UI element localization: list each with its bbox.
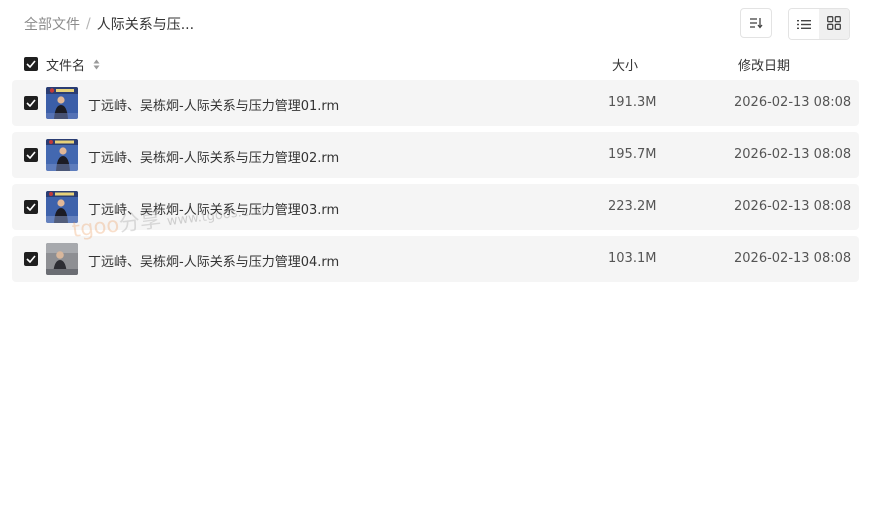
- column-header-name[interactable]: 文件名: [46, 55, 100, 74]
- row-checkbox[interactable]: [24, 148, 38, 162]
- column-header-size[interactable]: 大小: [612, 55, 638, 74]
- file-size: 191.3M: [608, 95, 657, 110]
- file-row[interactable]: 丁远峙、吴栋炯-人际关系与压力管理04.rm 103.1M 2026-02-13…: [12, 236, 859, 282]
- file-name[interactable]: 丁远峙、吴栋炯-人际关系与压力管理02.rm: [88, 147, 339, 166]
- column-header-date[interactable]: 修改日期: [738, 55, 790, 74]
- breadcrumb-separator: /: [86, 16, 91, 32]
- file-row[interactable]: 丁远峙、吴栋炯-人际关系与压力管理03.rm 223.2M 2026-02-13…: [12, 184, 859, 230]
- file-size: 223.2M: [608, 199, 657, 214]
- video-thumbnail: [46, 87, 78, 119]
- file-row[interactable]: 丁远峙、吴栋炯-人际关系与压力管理02.rm 195.7M 2026-02-13…: [12, 132, 859, 178]
- grid-view-button[interactable]: [819, 9, 849, 39]
- file-size: 103.1M: [608, 251, 657, 266]
- video-thumbnail: [46, 243, 78, 275]
- row-checkbox[interactable]: [24, 96, 38, 110]
- row-checkbox[interactable]: [24, 200, 38, 214]
- file-date: 2026-02-13 08:08: [734, 95, 852, 110]
- file-date: 2026-02-13 08:08: [734, 147, 852, 162]
- file-size: 195.7M: [608, 147, 657, 162]
- grid-view-icon: [827, 15, 841, 34]
- file-name[interactable]: 丁远峙、吴栋炯-人际关系与压力管理03.rm: [88, 199, 339, 218]
- file-browser: 全部文件 / 人际关系与压... 文件名 大小 修改日期 丁远峙、吴栋炯-人际关…: [0, 0, 874, 514]
- breadcrumb-root-link[interactable]: 全部文件: [24, 14, 80, 34]
- select-all-checkbox[interactable]: [24, 57, 38, 71]
- breadcrumb: 全部文件 / 人际关系与压...: [24, 14, 194, 34]
- file-name[interactable]: 丁远峙、吴栋炯-人际关系与压力管理04.rm: [88, 251, 339, 270]
- sort-icon: [749, 14, 763, 33]
- video-thumbnail: [46, 139, 78, 171]
- view-mode-toggle: [788, 8, 850, 40]
- file-table-header: 文件名 大小 修改日期: [12, 52, 859, 76]
- file-name[interactable]: 丁远峙、吴栋炯-人际关系与压力管理01.rm: [88, 95, 339, 114]
- row-checkbox[interactable]: [24, 252, 38, 266]
- file-row[interactable]: 丁远峙、吴栋炯-人际关系与压力管理01.rm 191.3M 2026-02-13…: [12, 80, 859, 126]
- sort-arrows-icon: [93, 59, 100, 74]
- column-header-name-label: 文件名: [46, 59, 86, 74]
- sort-button[interactable]: [740, 8, 772, 38]
- list-view-button[interactable]: [789, 9, 819, 39]
- file-date: 2026-02-13 08:08: [734, 251, 852, 266]
- breadcrumb-current: 人际关系与压...: [96, 17, 195, 33]
- list-view-icon: [797, 15, 811, 34]
- video-thumbnail: [46, 191, 78, 223]
- file-date: 2026-02-13 08:08: [734, 199, 852, 214]
